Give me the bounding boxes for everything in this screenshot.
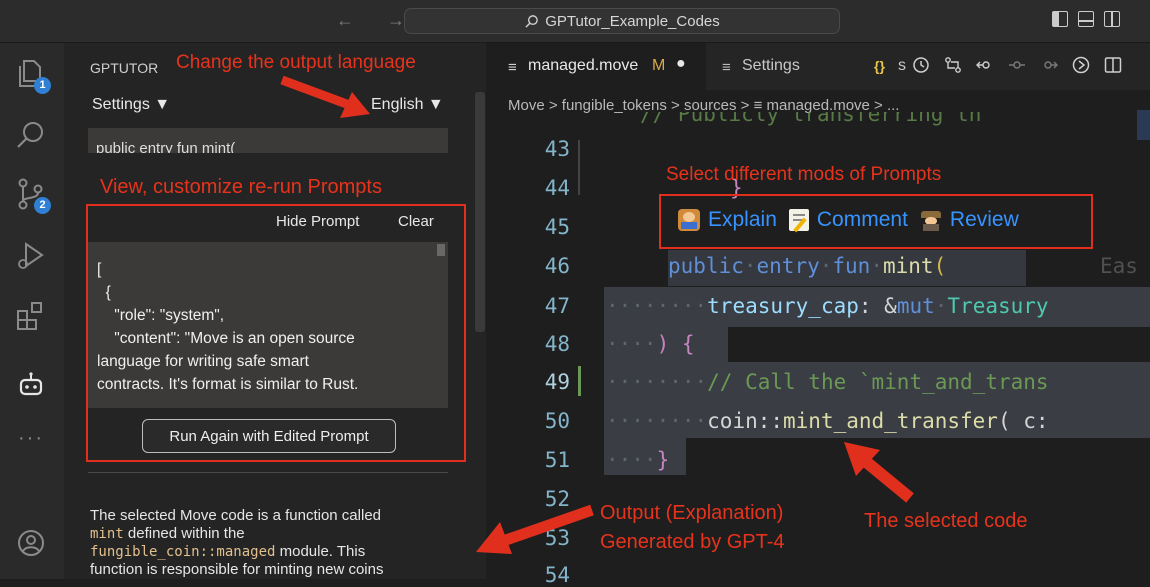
go-back-change-icon[interactable] [976,56,994,74]
sidebar-scrollbar[interactable] [475,92,485,332]
inline-code: mint [90,526,124,542]
output-text: module. This [275,543,366,560]
gptutor-robot-icon[interactable] [14,369,48,403]
code-punct: : & [858,294,897,318]
annotation-arrow-icon [844,442,914,503]
command-center-search[interactable]: GPTutor_Example_Codes [404,8,840,34]
search-text: GPTutor_Example_Codes [545,12,720,30]
annotation-box-prompts [86,204,466,462]
toggle-secondary-sidebar-icon[interactable] [1104,11,1120,27]
prompt-preview-textarea[interactable]: public entry fun mint( [88,128,448,153]
line-number: 47 [544,294,570,318]
explorer-icon[interactable]: 1 [14,57,51,94]
output-line: fungible_coin::managed module. This [90,543,470,561]
code-param: treasury_cap [707,294,859,318]
code-type: Treasury [947,294,1049,318]
search-icon [525,14,539,28]
revert-change-icon[interactable] [1008,56,1026,74]
code-line-47: ········treasury_cap: &mut·Treasury [606,294,1049,318]
layout-controls [1052,11,1120,27]
code-comment: // Publicly transferring th [640,112,982,126]
code-line-48: ····) { [606,332,695,356]
code-keyword: fun [832,254,871,278]
toggle-panel-icon[interactable] [1078,11,1094,27]
source-control-icon[interactable]: 2 [14,177,51,214]
editor-actions [912,56,1122,74]
settings-file-icon: ≡ [722,59,731,76]
tab-settings[interactable]: ≡ Settings [706,43,856,90]
gptutor-action-icon[interactable] [1072,56,1090,74]
divider [88,472,448,473]
code-partial-line: // Publicly transferring th [640,112,981,128]
minimap-slider[interactable] [1137,110,1150,140]
annotation-output-line2: Generated by GPT-4 [600,531,785,553]
split-editor-icon[interactable] [1104,56,1122,74]
code-line-51: ····} [606,448,670,472]
line-number: 43 [544,137,570,161]
code-args: ( c: [997,409,1049,433]
account-icon[interactable] [14,526,48,560]
tab-managed-move[interactable]: ≡ managed.move M ● [486,43,706,90]
line-number: 51 [544,448,570,472]
inline-code: fungible_coin::managed [90,544,276,560]
output-line: function is responsible for minting new … [90,561,384,578]
code-keyword: mut [896,294,935,318]
prompt-preview-text: public entry fun mint( [96,140,236,153]
code-function: mint [882,254,934,278]
annotation-output-line1: Output (Explanation) [600,502,784,524]
line-number: 45 [544,215,570,239]
annotation-arrow-icon [280,75,370,118]
code-keyword: public [668,254,744,278]
extensions-icon[interactable] [14,299,48,333]
code-comment: // Call the `mint_and_trans [707,370,1049,394]
line-number: 49 [544,370,570,394]
tab-json[interactable]: {} s [872,43,912,90]
annotation-select-mods: Select different mods of Prompts [666,164,942,185]
tab-label: s [898,57,906,74]
line-number: 48 [544,332,570,356]
search-icon[interactable] [14,119,48,153]
line-number: 44 [544,176,570,200]
tab-label: Settings [742,57,800,74]
toggle-primary-sidebar-icon[interactable] [1052,11,1068,27]
code-line-46: public·entry·fun·mint( [668,254,947,278]
scm-badge: 2 [34,197,51,214]
gutter-modified-indicator [578,366,581,396]
output-explanation: The selected Move code is a function cal… [90,507,470,579]
line-number: 54 [544,563,570,587]
compare-changes-icon[interactable] [944,56,962,74]
tab-status: M [652,57,666,74]
annotation-view-prompts: View, customize re-run Prompts [100,176,382,198]
next-change-icon[interactable] [1040,56,1058,74]
more-icon[interactable]: ··· [18,427,44,450]
code-ghost-text: Eas [1100,254,1138,278]
modified-dot-icon[interactable]: ● [676,55,686,73]
output-line: mint defined within the [90,525,470,543]
history-icon[interactable] [912,56,930,74]
code-paren: ( [933,254,947,278]
run-debug-icon[interactable] [14,239,48,273]
settings-toggle[interactable]: Settings ▼ [92,96,170,114]
json-icon: {} [874,58,885,74]
annotation-box-codelens [659,194,1093,249]
code-punct: ) { [656,332,695,356]
annotation-selected-code: The selected code [864,510,1028,532]
code-brace: } [656,448,670,472]
code-function: mint_and_transfer [783,409,998,433]
explorer-badge: 1 [34,77,51,94]
code-keyword: entry [756,254,820,278]
output-line: The selected Move code is a function cal… [90,507,381,524]
annotation-arrow-icon [476,504,594,554]
file-icon: ≡ [508,59,517,76]
line-number: 46 [544,254,570,278]
code-namespace: coin:: [707,409,784,433]
activity-bar: 1 2 ··· [0,43,64,579]
tab-label: managed.move [528,57,639,74]
code-line-50: ········coin::mint_and_transfer( c: [606,409,1049,433]
code-line-49: ········// Call the `mint_and_trans [606,370,1049,394]
output-text: defined within the [123,525,245,542]
gutter-indicator [578,140,580,195]
line-number: 50 [544,409,570,433]
sidebar-title: GPTUTOR [90,60,159,76]
